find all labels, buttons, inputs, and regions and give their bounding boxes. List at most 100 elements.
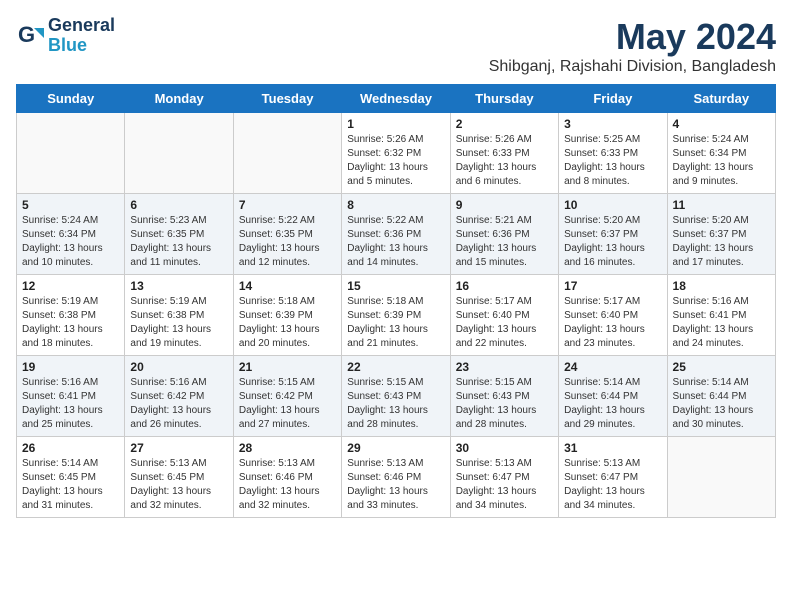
calendar-cell: [233, 113, 341, 194]
weekday-header: Saturday: [667, 85, 775, 113]
day-info: Sunrise: 5:23 AM Sunset: 6:35 PM Dayligh…: [130, 214, 227, 270]
day-number: 4: [673, 117, 770, 131]
calendar-cell: 6 Sunrise: 5:23 AM Sunset: 6:35 PM Daylig…: [125, 194, 233, 275]
day-info: Sunrise: 5:13 AM Sunset: 6:47 PM Dayligh…: [456, 457, 553, 513]
day-info: Sunrise: 5:15 AM Sunset: 6:42 PM Dayligh…: [239, 376, 336, 432]
day-number: 26: [22, 441, 119, 455]
day-info: Sunrise: 5:13 AM Sunset: 6:46 PM Dayligh…: [239, 457, 336, 513]
day-number: 6: [130, 198, 227, 212]
calendar-title: May 2024: [489, 16, 776, 58]
day-info: Sunrise: 5:13 AM Sunset: 6:47 PM Dayligh…: [564, 457, 661, 513]
weekday-header: Tuesday: [233, 85, 341, 113]
calendar-subtitle: Shibganj, Rajshahi Division, Bangladesh: [489, 58, 776, 76]
calendar-cell: 10 Sunrise: 5:20 AM Sunset: 6:37 PM Dayli…: [559, 194, 667, 275]
day-number: 20: [130, 360, 227, 374]
calendar-cell: 28 Sunrise: 5:13 AM Sunset: 6:46 PM Dayli…: [233, 437, 341, 518]
day-info: Sunrise: 5:26 AM Sunset: 6:32 PM Dayligh…: [347, 133, 444, 189]
weekday-header: Monday: [125, 85, 233, 113]
day-number: 10: [564, 198, 661, 212]
calendar-cell: 1 Sunrise: 5:26 AM Sunset: 6:32 PM Daylig…: [342, 113, 450, 194]
calendar-cell: 15 Sunrise: 5:18 AM Sunset: 6:39 PM Dayli…: [342, 275, 450, 356]
logo-line1: General: [48, 16, 115, 36]
calendar-cell: 14 Sunrise: 5:18 AM Sunset: 6:39 PM Dayli…: [233, 275, 341, 356]
day-info: Sunrise: 5:26 AM Sunset: 6:33 PM Dayligh…: [456, 133, 553, 189]
calendar-cell: 26 Sunrise: 5:14 AM Sunset: 6:45 PM Dayli…: [17, 437, 125, 518]
day-number: 22: [347, 360, 444, 374]
day-info: Sunrise: 5:24 AM Sunset: 6:34 PM Dayligh…: [673, 133, 770, 189]
day-info: Sunrise: 5:20 AM Sunset: 6:37 PM Dayligh…: [564, 214, 661, 270]
calendar-week-row: 19Sunrise: 5:16 AM Sunset: 6:41 PM Dayli…: [17, 356, 776, 437]
calendar-cell: 5Sunrise: 5:24 AM Sunset: 6:34 PM Daylig…: [17, 194, 125, 275]
day-number: 3: [564, 117, 661, 131]
day-info: Sunrise: 5:20 AM Sunset: 6:37 PM Dayligh…: [673, 214, 770, 270]
day-number: 24: [564, 360, 661, 374]
day-info: Sunrise: 5:22 AM Sunset: 6:35 PM Dayligh…: [239, 214, 336, 270]
calendar-cell: 22Sunrise: 5:15 AM Sunset: 6:43 PM Dayli…: [342, 356, 450, 437]
calendar-week-row: 5Sunrise: 5:24 AM Sunset: 6:34 PM Daylig…: [17, 194, 776, 275]
calendar-cell: [17, 113, 125, 194]
calendar-cell: 4 Sunrise: 5:24 AM Sunset: 6:34 PM Daylig…: [667, 113, 775, 194]
day-number: 28: [239, 441, 336, 455]
calendar-cell: 12 Sunrise: 5:19 AM Sunset: 6:38 PM Dayli…: [17, 275, 125, 356]
calendar-cell: 3 Sunrise: 5:25 AM Sunset: 6:33 PM Daylig…: [559, 113, 667, 194]
day-info: Sunrise: 5:17 AM Sunset: 6:40 PM Dayligh…: [456, 295, 553, 351]
calendar-cell: 23 Sunrise: 5:15 AM Sunset: 6:43 PM Dayli…: [450, 356, 558, 437]
calendar-cell: 29Sunrise: 5:13 AM Sunset: 6:46 PM Dayli…: [342, 437, 450, 518]
calendar-week-row: 1 Sunrise: 5:26 AM Sunset: 6:32 PM Daylig…: [17, 113, 776, 194]
calendar-cell: 30 Sunrise: 5:13 AM Sunset: 6:47 PM Dayli…: [450, 437, 558, 518]
calendar-cell: 21 Sunrise: 5:15 AM Sunset: 6:42 PM Dayli…: [233, 356, 341, 437]
calendar-cell: 25 Sunrise: 5:14 AM Sunset: 6:44 PM Dayli…: [667, 356, 775, 437]
day-number: 2: [456, 117, 553, 131]
day-number: 15: [347, 279, 444, 293]
logo: G General Blue: [16, 16, 115, 56]
day-info: Sunrise: 5:16 AM Sunset: 6:41 PM Dayligh…: [673, 295, 770, 351]
day-info: Sunrise: 5:13 AM Sunset: 6:45 PM Dayligh…: [130, 457, 227, 513]
logo-line2: Blue: [48, 36, 115, 56]
day-info: Sunrise: 5:22 AM Sunset: 6:36 PM Dayligh…: [347, 214, 444, 270]
day-number: 30: [456, 441, 553, 455]
day-number: 11: [673, 198, 770, 212]
day-info: Sunrise: 5:19 AM Sunset: 6:38 PM Dayligh…: [22, 295, 119, 351]
day-number: 12: [22, 279, 119, 293]
day-info: Sunrise: 5:16 AM Sunset: 6:41 PM Dayligh…: [22, 376, 119, 432]
calendar-cell: 8 Sunrise: 5:22 AM Sunset: 6:36 PM Daylig…: [342, 194, 450, 275]
calendar-table: SundayMondayTuesdayWednesdayThursdayFrid…: [16, 84, 776, 518]
weekday-header: Sunday: [17, 85, 125, 113]
day-number: 31: [564, 441, 661, 455]
calendar-cell: 16Sunrise: 5:17 AM Sunset: 6:40 PM Dayli…: [450, 275, 558, 356]
day-info: Sunrise: 5:21 AM Sunset: 6:36 PM Dayligh…: [456, 214, 553, 270]
day-number: 23: [456, 360, 553, 374]
day-info: Sunrise: 5:14 AM Sunset: 6:45 PM Dayligh…: [22, 457, 119, 513]
day-number: 14: [239, 279, 336, 293]
weekday-header: Friday: [559, 85, 667, 113]
calendar-cell: 27Sunrise: 5:13 AM Sunset: 6:45 PM Dayli…: [125, 437, 233, 518]
day-number: 21: [239, 360, 336, 374]
svg-text:G: G: [18, 22, 35, 47]
page-header: G General Blue May 2024 Shibganj, Rajsha…: [16, 16, 776, 76]
day-info: Sunrise: 5:15 AM Sunset: 6:43 PM Dayligh…: [456, 376, 553, 432]
day-info: Sunrise: 5:18 AM Sunset: 6:39 PM Dayligh…: [347, 295, 444, 351]
calendar-cell: 18Sunrise: 5:16 AM Sunset: 6:41 PM Dayli…: [667, 275, 775, 356]
day-number: 17: [564, 279, 661, 293]
day-info: Sunrise: 5:24 AM Sunset: 6:34 PM Dayligh…: [22, 214, 119, 270]
calendar-cell: 2 Sunrise: 5:26 AM Sunset: 6:33 PM Daylig…: [450, 113, 558, 194]
calendar-cell: 20 Sunrise: 5:16 AM Sunset: 6:42 PM Dayli…: [125, 356, 233, 437]
calendar-cell: 19Sunrise: 5:16 AM Sunset: 6:41 PM Dayli…: [17, 356, 125, 437]
weekday-header: Wednesday: [342, 85, 450, 113]
calendar-cell: 24Sunrise: 5:14 AM Sunset: 6:44 PM Dayli…: [559, 356, 667, 437]
day-number: 25: [673, 360, 770, 374]
weekday-header-row: SundayMondayTuesdayWednesdayThursdayFrid…: [17, 85, 776, 113]
calendar-cell: 9 Sunrise: 5:21 AM Sunset: 6:36 PM Daylig…: [450, 194, 558, 275]
day-info: Sunrise: 5:18 AM Sunset: 6:39 PM Dayligh…: [239, 295, 336, 351]
calendar-cell: 7Sunrise: 5:22 AM Sunset: 6:35 PM Daylig…: [233, 194, 341, 275]
day-number: 1: [347, 117, 444, 131]
title-block: May 2024 Shibganj, Rajshahi Division, Ba…: [489, 16, 776, 76]
day-number: 9: [456, 198, 553, 212]
day-info: Sunrise: 5:14 AM Sunset: 6:44 PM Dayligh…: [673, 376, 770, 432]
day-number: 8: [347, 198, 444, 212]
calendar-cell: 11 Sunrise: 5:20 AM Sunset: 6:37 PM Dayli…: [667, 194, 775, 275]
day-info: Sunrise: 5:16 AM Sunset: 6:42 PM Dayligh…: [130, 376, 227, 432]
day-number: 13: [130, 279, 227, 293]
calendar-cell: [125, 113, 233, 194]
day-info: Sunrise: 5:25 AM Sunset: 6:33 PM Dayligh…: [564, 133, 661, 189]
